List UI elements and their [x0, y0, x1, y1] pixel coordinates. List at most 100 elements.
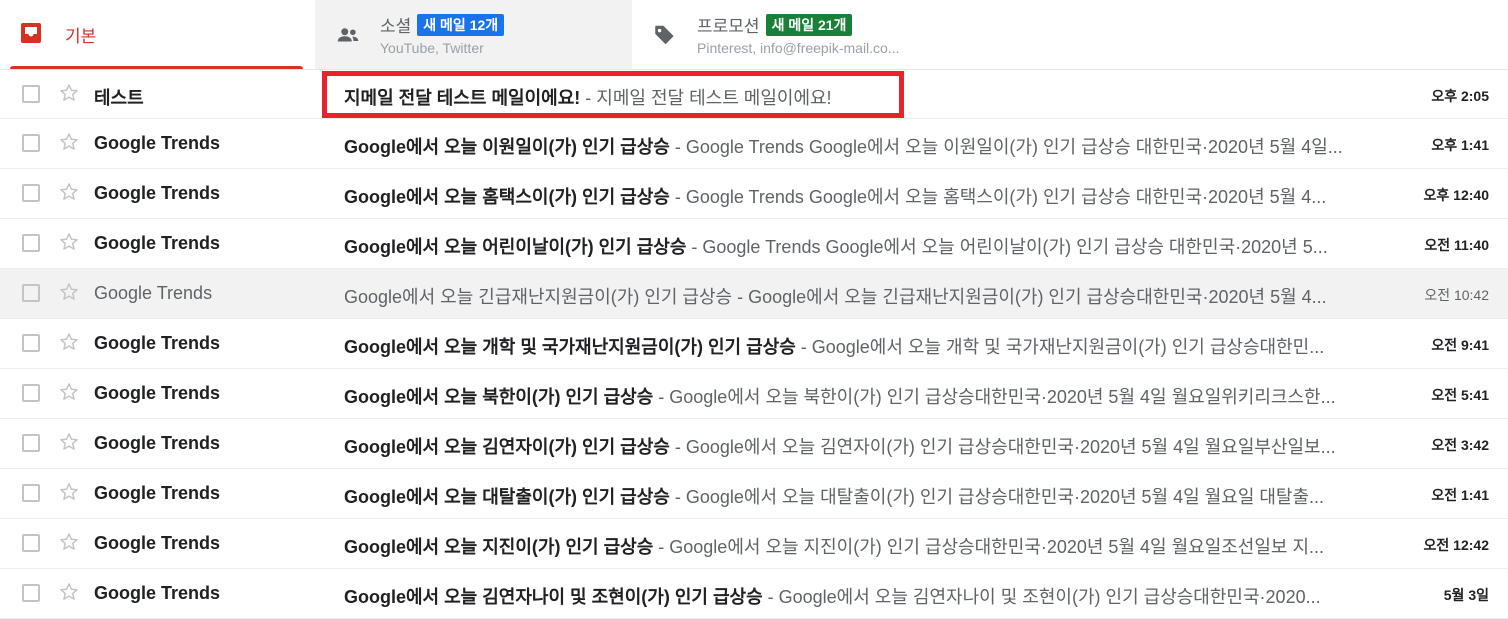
email-sender: Google Trends [94, 233, 221, 253]
email-content: Google에서 오늘 홈택스이(가) 인기 급상승 - Google Tren… [344, 183, 1374, 209]
email-subject: Google에서 오늘 이원일이(가) 인기 급상승 [344, 137, 670, 157]
email-snippet: - Google에서 오늘 지진이(가) 인기 급상승대한민국·2020년 5월… [653, 537, 1325, 557]
email-subject: Google에서 오늘 북한이(가) 인기 급상승 [344, 387, 654, 407]
star-icon[interactable] [58, 481, 80, 503]
email-sender: 테스트 [94, 88, 144, 108]
email-snippet: - 지메일 전달 테스트 메일이에요! [580, 88, 832, 108]
email-subject: Google에서 오늘 김연자나이 및 조현이(가) 인기 급상승 [344, 587, 763, 607]
email-snippet: - Google에서 오늘 대탈출이(가) 인기 급상승대한민국·2020년 5… [669, 487, 1325, 507]
email-sender: Google Trends [94, 533, 221, 553]
email-date: 오전 9:41 [1431, 337, 1489, 353]
email-date: 오전 1:41 [1431, 487, 1489, 503]
star-icon[interactable] [58, 231, 80, 253]
select-checkbox[interactable] [22, 434, 40, 452]
tab-promotions-label: 프로모션 [697, 17, 760, 36]
email-subject: 지메일 전달 테스트 메일이에요! [344, 88, 581, 108]
new-mail-badge: 새 메일 12개 [417, 14, 505, 36]
email-sender: Google Trends [94, 433, 221, 453]
email-subject: Google에서 오늘 홈택스이(가) 인기 급상승 [344, 187, 670, 207]
star-icon[interactable] [58, 82, 80, 104]
email-content: Google에서 오늘 대탈출이(가) 인기 급상승 - Google에서 오늘… [344, 483, 1374, 509]
people-icon [337, 28, 359, 42]
email-date: 오후 1:41 [1431, 137, 1489, 153]
email-row[interactable]: Google Trends Google에서 오늘 홈택스이(가) 인기 급상승 … [0, 169, 1508, 219]
select-checkbox[interactable] [22, 334, 40, 352]
active-tab-indicator [10, 66, 303, 69]
select-checkbox[interactable] [22, 134, 40, 152]
email-content: Google에서 오늘 긴급재난지원금이(가) 인기 급상승 - Google에… [344, 283, 1374, 309]
tab-promotions-title: 프로모션 새 메일 21개 [697, 12, 853, 37]
email-subject: Google에서 오늘 대탈출이(가) 인기 급상승 [344, 487, 670, 507]
tab-primary[interactable]: 기본 [0, 0, 315, 69]
email-subject: Google에서 오늘 개학 및 국가재난지원금이(가) 인기 급상승 [344, 337, 796, 357]
email-subject: Google에서 오늘 어린이날이(가) 인기 급상승 [344, 237, 687, 257]
email-date: 5월 3일 [1443, 587, 1489, 603]
email-subject: Google에서 오늘 김연자이(가) 인기 급상승 [344, 437, 670, 457]
star-icon[interactable] [58, 581, 80, 603]
email-snippet: - Google Trends Google에서 오늘 홈택스이(가) 인기 급… [669, 187, 1327, 207]
email-content: Google에서 오늘 지진이(가) 인기 급상승 - Google에서 오늘 … [344, 533, 1374, 559]
select-checkbox[interactable] [22, 234, 40, 252]
email-content: Google에서 오늘 북한이(가) 인기 급상승 - Google에서 오늘 … [344, 383, 1374, 409]
select-checkbox[interactable] [22, 484, 40, 502]
email-sender: Google Trends [94, 333, 221, 353]
star-icon[interactable] [58, 531, 80, 553]
email-date: 오후 12:40 [1423, 187, 1489, 203]
select-checkbox[interactable] [22, 534, 40, 552]
star-icon[interactable] [58, 331, 80, 353]
tag-icon [655, 25, 674, 45]
email-row[interactable]: 테스트 지메일 전달 테스트 메일이에요! - 지메일 전달 테스트 메일이에요!… [0, 70, 1508, 119]
tab-social[interactable]: 소셜 새 메일 12개 YouTube, Twitter [315, 0, 632, 69]
select-checkbox[interactable] [22, 584, 40, 602]
email-row[interactable]: Google Trends Google에서 오늘 개학 및 국가재난지원금이(가… [0, 319, 1508, 369]
email-content: Google에서 오늘 김연자이(가) 인기 급상승 - Google에서 오늘… [344, 433, 1374, 459]
email-content: Google에서 오늘 개학 및 국가재난지원금이(가) 인기 급상승 - Go… [344, 333, 1374, 359]
star-icon[interactable] [58, 281, 80, 303]
email-snippet: - Google에서 오늘 김연자나이 및 조현이(가) 인기 급상승대한민국·… [762, 587, 1321, 607]
inbox-icon [21, 23, 41, 43]
email-snippet: - Google Trends Google에서 오늘 이원일이(가) 인기 급… [669, 137, 1343, 157]
email-row[interactable]: Google Trends Google에서 오늘 대탈출이(가) 인기 급상승 … [0, 469, 1508, 519]
select-checkbox[interactable] [22, 184, 40, 202]
new-mail-badge: 새 메일 21개 [765, 14, 853, 36]
email-row[interactable]: Google Trends Google에서 오늘 이원일이(가) 인기 급상승 … [0, 119, 1508, 169]
email-content: 지메일 전달 테스트 메일이에요! - 지메일 전달 테스트 메일이에요! [344, 84, 1374, 110]
email-sender: Google Trends [94, 283, 213, 303]
email-row[interactable]: Google Trends Google에서 오늘 지진이(가) 인기 급상승 -… [0, 519, 1508, 569]
email-snippet: - Google Trends Google에서 오늘 어린이날이(가) 인기 … [686, 237, 1328, 257]
tab-promotions[interactable]: 프로모션 새 메일 21개 Pinterest, info@freepik-mai… [632, 0, 1508, 69]
email-subject: Google에서 오늘 지진이(가) 인기 급상승 [344, 537, 654, 557]
email-snippet: - Google에서 오늘 김연자이(가) 인기 급상승대한민국·2020년 5… [669, 437, 1336, 457]
email-sender: Google Trends [94, 483, 221, 503]
email-row[interactable]: Google Trends Google에서 오늘 긴급재난지원금이(가) 인기 … [0, 269, 1508, 319]
tab-promotions-sources: Pinterest, info@freepik-mail.co... [697, 40, 900, 56]
email-snippet: - Google에서 오늘 북한이(가) 인기 급상승대한민국·2020년 5월… [653, 387, 1336, 407]
email-row[interactable]: Google Trends Google에서 오늘 김연자나이 및 조현이(가) … [0, 569, 1508, 619]
email-date: 오전 3:42 [1431, 437, 1489, 453]
tab-social-sources: YouTube, Twitter [380, 40, 484, 56]
select-checkbox[interactable] [22, 284, 40, 302]
email-sender: Google Trends [94, 583, 221, 603]
email-sender: Google Trends [94, 133, 221, 153]
tab-primary-label: 기본 [65, 27, 97, 46]
email-snippet: - Google에서 오늘 개학 및 국가재난지원금이(가) 인기 급상승대한민… [795, 337, 1325, 357]
star-icon[interactable] [58, 131, 80, 153]
star-icon[interactable] [58, 181, 80, 203]
email-subject: Google에서 오늘 긴급재난지원금이(가) 인기 급상승 [344, 287, 733, 307]
email-row[interactable]: Google Trends Google에서 오늘 북한이(가) 인기 급상승 -… [0, 369, 1508, 419]
email-content: Google에서 오늘 김연자나이 및 조현이(가) 인기 급상승 - Goog… [344, 583, 1374, 609]
select-checkbox[interactable] [22, 384, 40, 402]
email-sender: Google Trends [94, 383, 221, 403]
email-content: Google에서 오늘 어린이날이(가) 인기 급상승 - Google Tre… [344, 233, 1374, 259]
email-content: Google에서 오늘 이원일이(가) 인기 급상승 - Google Tren… [344, 133, 1374, 159]
star-icon[interactable] [58, 381, 80, 403]
select-checkbox[interactable] [22, 85, 40, 103]
tab-social-title: 소셜 새 메일 12개 [380, 12, 505, 37]
star-icon[interactable] [58, 431, 80, 453]
email-row[interactable]: Google Trends Google에서 오늘 어린이날이(가) 인기 급상승… [0, 219, 1508, 269]
email-snippet: - Google에서 오늘 긴급재난지원금이(가) 인기 급상승대한민국·202… [732, 287, 1327, 307]
email-row[interactable]: Google Trends Google에서 오늘 김연자이(가) 인기 급상승 … [0, 419, 1508, 469]
category-tabs: 기본 소셜 새 메일 12개 YouTube, Twitter 프로모션 새 메일 … [0, 0, 1508, 70]
email-sender: Google Trends [94, 183, 221, 203]
email-date: 오전 10:42 [1424, 287, 1489, 303]
